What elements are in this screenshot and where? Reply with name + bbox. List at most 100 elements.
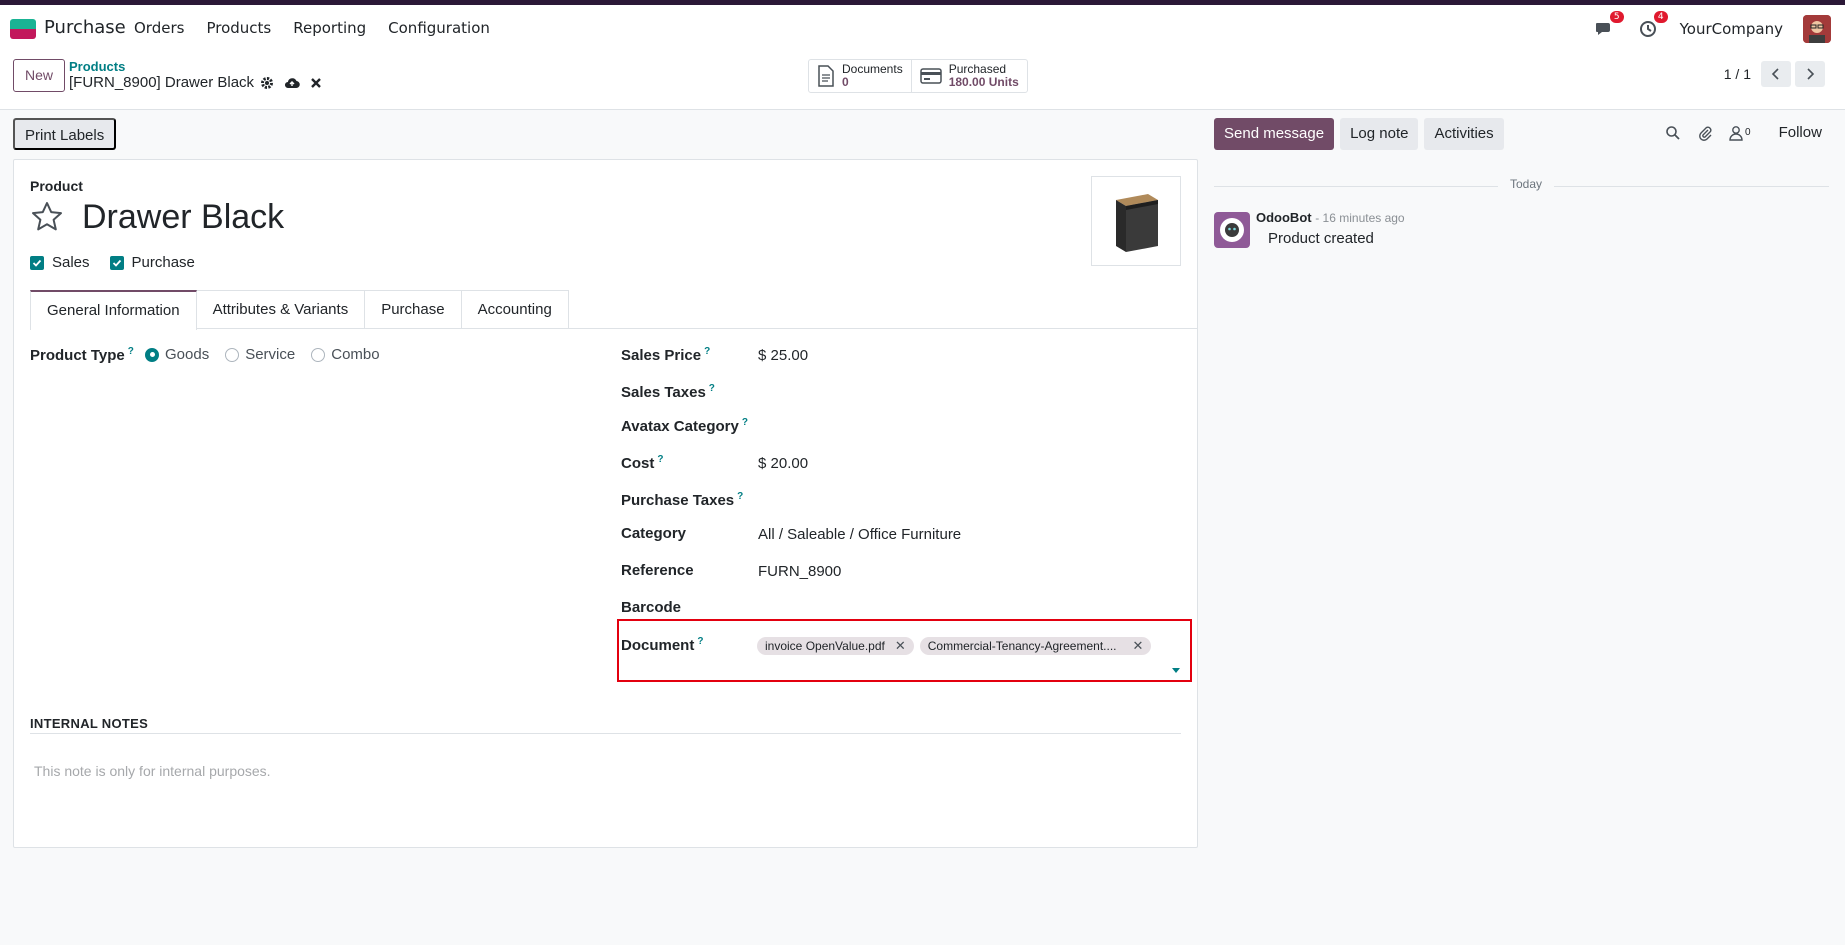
new-button[interactable]: New: [13, 59, 66, 92]
help-icon[interactable]: ?: [697, 636, 703, 647]
menu-reporting[interactable]: Reporting: [293, 19, 366, 37]
radio-selected-icon: [145, 347, 159, 362]
message-time: - 16 minutes ago: [1315, 211, 1405, 225]
category-label: Category: [621, 525, 687, 542]
purchase-app-icon[interactable]: [10, 19, 36, 39]
odoobot-avatar[interactable]: [1214, 212, 1250, 248]
sales-price-label: Sales Price?: [621, 346, 711, 364]
product-flags: Sales Purchase: [30, 254, 195, 271]
product-type-label: Product Type?: [30, 346, 134, 364]
user-icon: [1729, 125, 1743, 141]
radio-combo[interactable]: Combo: [311, 346, 380, 363]
internal-notes-divider: [30, 733, 1181, 734]
document-tags: invoice OpenValue.pdf ✕ Commercial-Tenanc…: [757, 637, 1152, 655]
print-labels-button[interactable]: Print Labels: [13, 118, 117, 150]
radio-unselected-icon: [311, 347, 326, 362]
gear-icon[interactable]: [260, 76, 274, 90]
help-icon[interactable]: ?: [657, 454, 663, 465]
chatter-tools: 0 Follow: [1665, 124, 1822, 141]
record-title: [FURN_8900] Drawer Black: [69, 74, 255, 91]
purchase-checkbox[interactable]: Purchase: [109, 254, 195, 271]
product-image[interactable]: [1091, 176, 1181, 266]
category-field[interactable]: All / Saleable / Office Furniture: [758, 526, 961, 543]
document-tag[interactable]: Commercial-Tenancy-Agreement.... ✕: [919, 637, 1152, 655]
document-label: Document?: [621, 636, 704, 654]
follow-button[interactable]: Follow: [1779, 124, 1822, 141]
sales-taxes-label: Sales Taxes?: [621, 383, 715, 401]
reference-label: Reference: [621, 562, 694, 579]
pager-previous[interactable]: [1761, 61, 1791, 87]
document-icon: [818, 65, 834, 87]
tab-general-information[interactable]: General Information: [30, 290, 197, 330]
product-name[interactable]: Drawer Black: [82, 198, 284, 237]
documents-smart-button[interactable]: Documents 0: [809, 60, 911, 92]
smart-buttons: Documents 0 Purchased 180.00 Units: [808, 59, 1028, 93]
form-sheet: Product Drawer Black Sales Purchase Gene…: [13, 159, 1198, 848]
sales-checkbox[interactable]: Sales: [30, 254, 90, 271]
remove-tag-icon[interactable]: ✕: [895, 638, 906, 654]
discard-icon[interactable]: [310, 77, 322, 89]
activities-button[interactable]: Activities: [1424, 118, 1504, 150]
purchased-smart-button[interactable]: Purchased 180.00 Units: [910, 60, 1027, 92]
dropdown-caret-icon[interactable]: [1172, 668, 1180, 673]
send-message-button[interactable]: Send message: [1214, 118, 1335, 150]
menu-orders[interactable]: Orders: [134, 19, 184, 37]
help-icon[interactable]: ?: [737, 491, 743, 502]
document-tag[interactable]: invoice OpenValue.pdf ✕: [757, 637, 914, 655]
sales-checkbox-label: Sales: [52, 254, 90, 271]
pager: 1 / 1: [1724, 61, 1825, 87]
messages-tray[interactable]: 5: [1592, 11, 1624, 41]
breadcrumb-current: [FURN_8900] Drawer Black: [69, 74, 322, 91]
help-icon[interactable]: ?: [128, 346, 134, 357]
main-navbar: Purchase Orders Products Reporting Confi…: [0, 5, 1845, 55]
pager-next[interactable]: [1795, 61, 1825, 87]
chat-icon: [1595, 23, 1610, 35]
purchase-taxes-label: Purchase Taxes?: [621, 491, 744, 509]
activities-badge: 4: [1653, 11, 1668, 23]
cloud-upload-icon[interactable]: [284, 76, 300, 90]
help-icon[interactable]: ?: [704, 346, 710, 357]
date-separator-label: Today: [1498, 177, 1555, 191]
tab-attributes-variants[interactable]: Attributes & Variants: [195, 290, 366, 328]
chatter-actions: Send message Log note Activities: [1214, 118, 1504, 150]
company-switcher[interactable]: YourCompany: [1680, 20, 1783, 38]
documents-label: Documents: [842, 62, 903, 76]
help-icon[interactable]: ?: [709, 383, 715, 394]
search-icon[interactable]: [1665, 125, 1681, 141]
messages-badge: 5: [1609, 11, 1624, 23]
favorite-star-icon[interactable]: [30, 200, 64, 234]
radio-service[interactable]: Service: [225, 346, 295, 363]
robot-icon: [1220, 218, 1244, 242]
barcode-label: Barcode: [621, 599, 682, 616]
cost-field[interactable]: $ 20.00: [758, 455, 808, 472]
reference-field[interactable]: FURN_8900: [758, 563, 841, 580]
menu-products[interactable]: Products: [206, 19, 271, 37]
paperclip-icon[interactable]: [1697, 125, 1713, 141]
help-icon[interactable]: ?: [742, 417, 748, 428]
menu-configuration[interactable]: Configuration: [388, 19, 490, 37]
user-avatar[interactable]: [1803, 15, 1831, 43]
message-author[interactable]: OdooBot: [1256, 210, 1312, 225]
internal-notes-input[interactable]: This note is only for internal purposes.: [34, 763, 271, 779]
remove-tag-icon[interactable]: ✕: [1133, 638, 1144, 654]
pager-value[interactable]: 1 / 1: [1724, 66, 1751, 82]
sales-price-field[interactable]: $ 25.00: [758, 347, 808, 364]
chevron-right-icon: [1807, 68, 1815, 80]
followers-button[interactable]: 0: [1729, 125, 1751, 141]
breadcrumb-products[interactable]: Products: [69, 59, 125, 74]
drawer-cabinet-image: [1116, 194, 1158, 252]
cost-label: Cost?: [621, 454, 664, 472]
log-note-button[interactable]: Log note: [1340, 118, 1419, 150]
credit-card-icon: [919, 68, 942, 84]
tab-purchase[interactable]: Purchase: [364, 290, 462, 328]
message-body: Product created: [1268, 230, 1374, 247]
radio-unselected-icon: [225, 347, 240, 362]
tab-accounting[interactable]: Accounting: [460, 290, 569, 328]
activities-tray[interactable]: 4: [1636, 11, 1668, 41]
internal-notes-title: INTERNAL NOTES: [30, 716, 149, 731]
avatax-category-label: Avatax Category?: [621, 417, 748, 435]
app-name[interactable]: Purchase: [44, 17, 126, 38]
nav-menu: Orders Products Reporting Configuration: [134, 19, 490, 37]
radio-goods[interactable]: Goods: [145, 346, 209, 363]
documents-count: 0: [842, 75, 849, 89]
